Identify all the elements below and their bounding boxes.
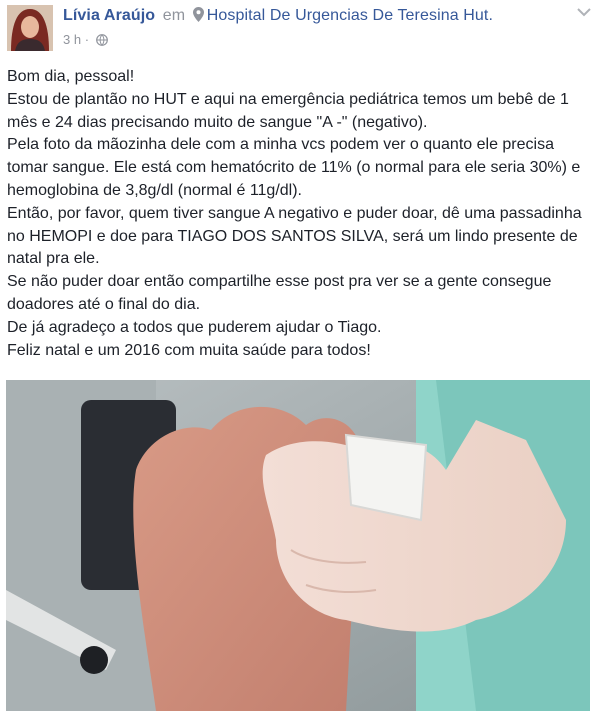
avatar[interactable] [7, 5, 53, 51]
location-pin-icon [192, 7, 204, 27]
post-header: Lívia Araújo em Hospital De Urgencias De… [0, 0, 600, 60]
post-body: Bom dia, pessoal! Estou de plantão no HU… [7, 66, 587, 362]
post-meta: Lívia Araújo em Hospital De Urgencias De… [63, 7, 493, 27]
author-name[interactable]: Lívia Araújo [63, 7, 155, 24]
post-paragraph: Então, por favor, quem tiver sangue A ne… [7, 204, 582, 268]
post-paragraph: Feliz natal e um 2016 com muita saúde pa… [7, 341, 371, 359]
post-photo[interactable] [6, 380, 590, 711]
post-paragraph: Estou de plantão no HUT e aqui na emergê… [7, 90, 569, 131]
timestamp[interactable]: 3 h [63, 32, 81, 47]
post-paragraph: De já agradeço a todos que puderem ajuda… [7, 318, 382, 336]
post-time: 3 h · [63, 32, 108, 49]
chevron-down-icon[interactable] [576, 5, 592, 19]
globe-icon[interactable] [95, 34, 108, 49]
post-paragraph: Se não puder doar então compartilhe esse… [7, 273, 552, 313]
post-paragraph: Bom dia, pessoal! [7, 68, 135, 85]
post-paragraph: Pela foto da mãozinha dele com a minha v… [7, 136, 581, 199]
time-separator: · [84, 32, 90, 47]
location-connector: em [162, 7, 186, 24]
location-link[interactable]: Hospital De Urgencias De Teresina Hut. [207, 7, 493, 24]
